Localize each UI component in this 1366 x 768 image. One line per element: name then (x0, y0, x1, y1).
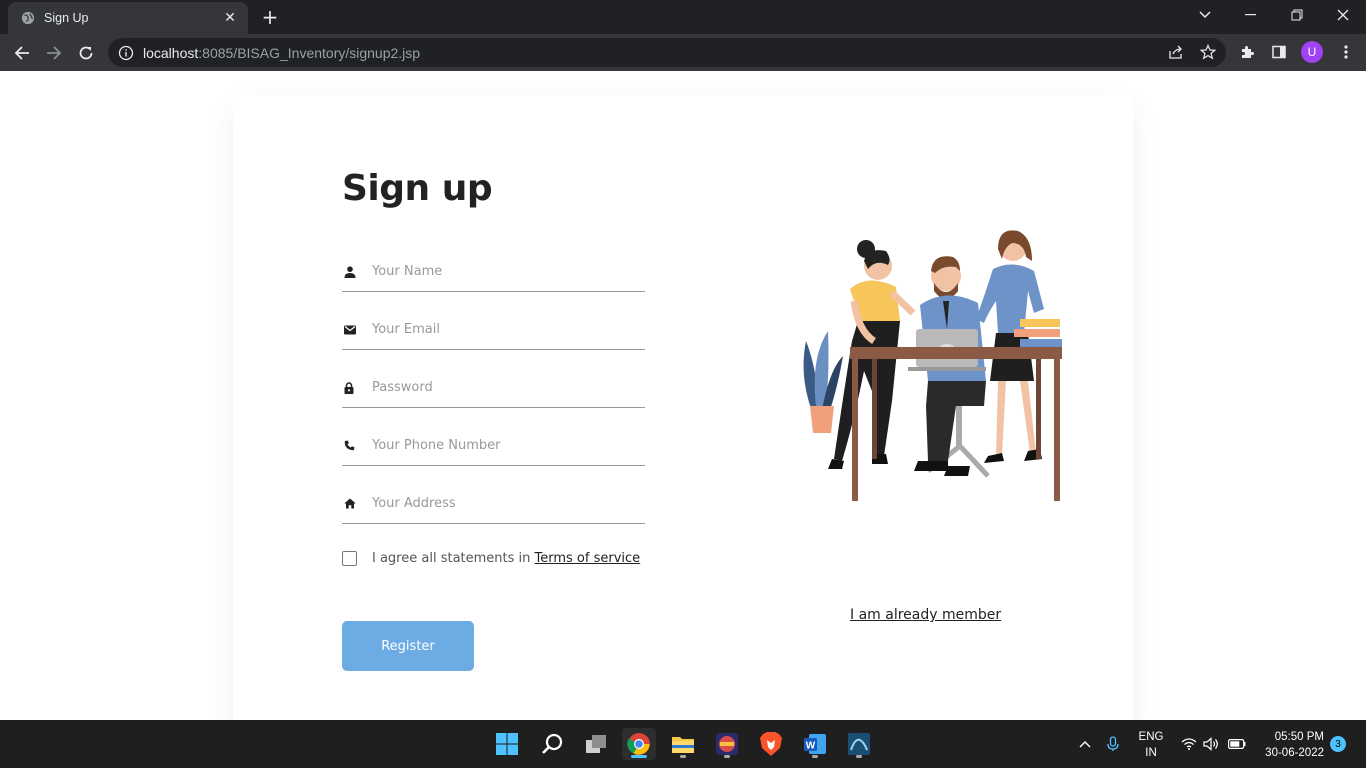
person-icon (342, 264, 372, 280)
tab-title: Sign Up (44, 11, 89, 25)
system-clock[interactable]: 05:50 PM 30-06-2022 (1258, 729, 1324, 761)
address-bar[interactable]: localhost:8085/BISAG_Inventory/signup2.j… (108, 38, 1226, 67)
browser-tab-bar: Sign Up ✕ + (0, 0, 1366, 34)
mail-icon (342, 322, 372, 338)
extensions-icon[interactable] (1237, 42, 1257, 62)
tab-search-icon[interactable] (1182, 0, 1228, 30)
office-team-illustration (788, 221, 1068, 506)
windows-taskbar: W ENG IN 05:50 PM 30-06-2022 (0, 720, 1366, 768)
search-icon[interactable] (535, 728, 569, 760)
name-input[interactable] (372, 259, 645, 284)
email-input[interactable] (372, 317, 645, 342)
browser-toolbar: localhost:8085/BISAG_Inventory/signup2.j… (0, 34, 1366, 71)
register-button[interactable]: Register (342, 621, 474, 671)
language-indicator[interactable]: ENG IN (1136, 729, 1166, 761)
app-icon[interactable] (710, 728, 744, 760)
profile-avatar[interactable]: U (1301, 41, 1323, 63)
name-field (342, 252, 645, 292)
restore-button[interactable] (1274, 0, 1320, 30)
share-icon[interactable] (1166, 42, 1186, 62)
signup-card: Sign up Your Name Your Email Your Phone … (233, 96, 1133, 720)
battery-icon[interactable] (1225, 720, 1249, 768)
windows-start-icon[interactable] (490, 728, 524, 760)
word-icon[interactable]: W (798, 728, 832, 760)
phone-input[interactable] (372, 433, 645, 458)
side-panel-icon[interactable] (1269, 42, 1289, 62)
new-tab-button[interactable]: + (258, 6, 282, 28)
forward-button[interactable] (41, 40, 67, 66)
notification-badge[interactable]: 3 (1330, 736, 1346, 752)
bookmark-star-icon[interactable] (1198, 42, 1218, 62)
terms-of-service-link[interactable]: Terms of service (535, 551, 641, 566)
page-content: Sign up Your Name Your Email Your Phone … (0, 71, 1366, 720)
minimize-button[interactable] (1228, 0, 1274, 30)
browser-tab[interactable]: Sign Up ✕ (8, 2, 248, 34)
volume-icon[interactable] (1200, 720, 1222, 768)
url-text: localhost:8085/BISAG_Inventory/signup2.j… (143, 44, 421, 61)
tab-close-icon[interactable]: ✕ (222, 10, 238, 26)
wifi-icon[interactable] (1178, 720, 1200, 768)
close-window-button[interactable] (1320, 0, 1366, 30)
password-input[interactable] (372, 375, 645, 400)
chrome-icon[interactable] (622, 728, 656, 760)
email-field (342, 310, 645, 350)
back-button[interactable] (9, 40, 35, 66)
site-info-icon[interactable] (118, 45, 134, 61)
home-icon (342, 496, 372, 512)
password-field (342, 368, 645, 408)
phone-field (342, 426, 645, 466)
menu-kebab-icon[interactable] (1336, 42, 1356, 62)
svg-text:W: W (806, 741, 816, 752)
lock-icon (342, 380, 372, 396)
show-hidden-icons[interactable] (1074, 720, 1096, 768)
terms-agreement: I agree all statements in Terms of servi… (342, 551, 640, 566)
mysql-workbench-icon[interactable] (842, 728, 876, 760)
already-member-link[interactable]: I am already member (850, 607, 1001, 623)
task-view-icon[interactable] (579, 728, 613, 760)
microphone-icon[interactable] (1102, 720, 1124, 768)
address-field (342, 484, 645, 524)
brave-icon[interactable] (754, 728, 788, 760)
agree-text: I agree all statements in (372, 551, 535, 566)
agree-checkbox[interactable] (342, 551, 357, 566)
globe-icon (20, 10, 36, 26)
phone-icon (342, 438, 372, 454)
page-title: Sign up (342, 168, 493, 209)
file-explorer-icon[interactable] (666, 728, 700, 760)
reload-button[interactable] (73, 40, 99, 66)
address-input[interactable] (372, 491, 645, 516)
